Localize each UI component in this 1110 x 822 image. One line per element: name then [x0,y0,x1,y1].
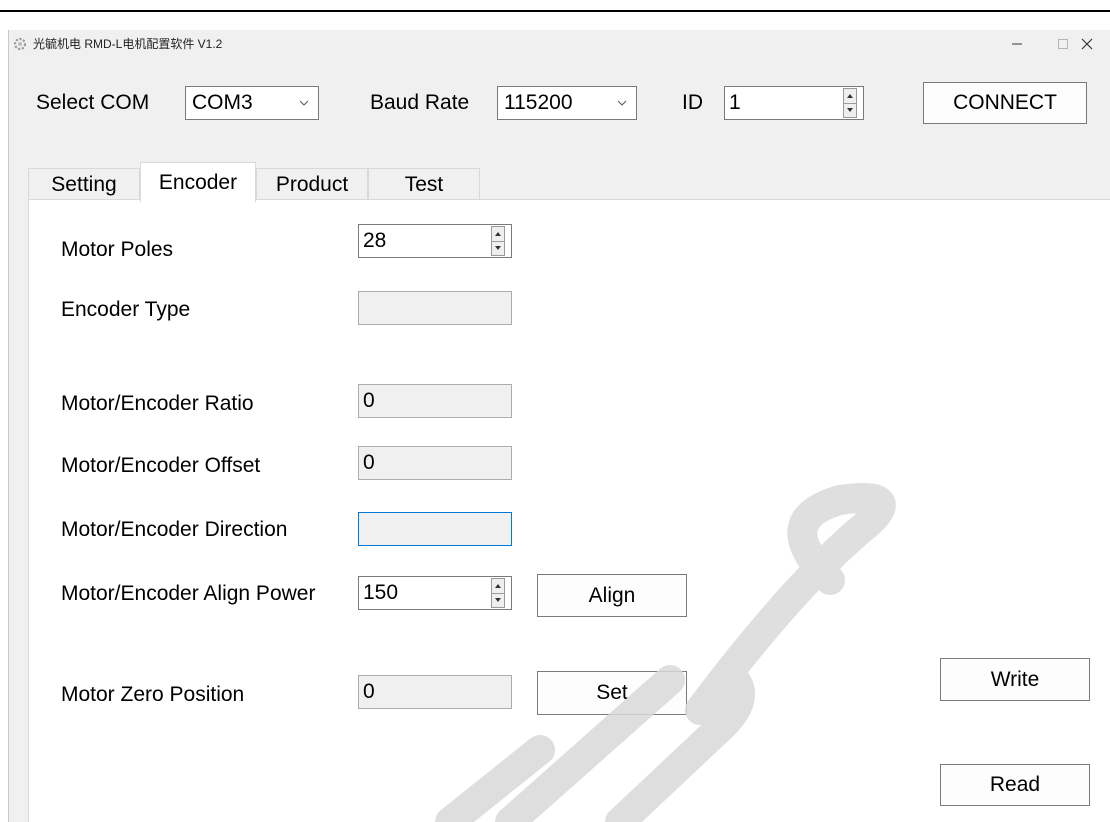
spin-down-icon[interactable] [492,240,504,256]
tab-setting[interactable]: Setting [28,168,140,200]
top-rule [0,10,1110,12]
motor-poles-value: 28 [363,229,387,252]
tab-test[interactable]: Test [368,168,480,200]
minimize-button[interactable] [994,30,1040,58]
spin-up-icon[interactable] [492,227,504,241]
align-power-stepper[interactable]: 150 [358,576,512,610]
spin-down-icon[interactable] [492,592,504,608]
spin-down-icon[interactable] [844,102,856,118]
ratio-field: 0 [358,384,512,418]
close-icon [1081,38,1093,50]
zero-position-field: 0 [358,675,512,709]
read-button[interactable]: Read [940,764,1090,806]
align-button[interactable]: Align [537,574,687,617]
zero-position-label: Motor Zero Position [61,683,245,706]
align-power-label: Motor/Encoder Align Power [61,582,316,605]
direction-field[interactable] [358,512,512,546]
id-stepper[interactable]: 1 [724,86,864,120]
offset-label: Motor/Encoder Offset [61,454,261,477]
com-port-select[interactable]: COM3 [185,86,319,120]
window-title: 光毓机电 RMD-L电机配置软件 V1.2 [33,37,223,51]
minimize-icon [1012,43,1022,45]
write-button[interactable]: Write [940,658,1090,701]
com-port-value: COM3 [192,91,253,114]
set-button[interactable]: Set [537,671,687,715]
baud-rate-select[interactable]: 115200 [497,86,637,120]
spin-up-icon[interactable] [844,89,856,103]
tab-encoder[interactable]: Encoder [140,162,256,202]
chevron-down-icon [617,100,627,106]
offset-field: 0 [358,446,512,480]
motor-poles-label: Motor Poles [61,238,174,261]
baud-rate-label: Baud Rate [370,91,470,114]
ratio-label: Motor/Encoder Ratio [61,392,254,415]
direction-label: Motor/Encoder Direction [61,518,288,541]
align-power-value: 150 [363,581,399,604]
id-value: 1 [729,91,741,114]
encoder-type-field [358,291,512,325]
baud-rate-value: 115200 [504,91,573,114]
chevron-down-icon [299,100,309,106]
tab-product[interactable]: Product [256,168,368,200]
close-button[interactable] [1064,30,1110,58]
encoder-type-label: Encoder Type [61,298,191,321]
app-gear-icon [13,37,27,51]
select-com-label: Select COM [36,91,150,114]
id-label: ID [682,91,703,114]
motor-poles-stepper[interactable]: 28 [358,224,512,258]
connect-button[interactable]: CONNECT [923,82,1087,124]
encoder-panel: Motor Poles 28 Encoder Type Motor/Encode… [28,200,1110,822]
spin-up-icon[interactable] [492,579,504,593]
